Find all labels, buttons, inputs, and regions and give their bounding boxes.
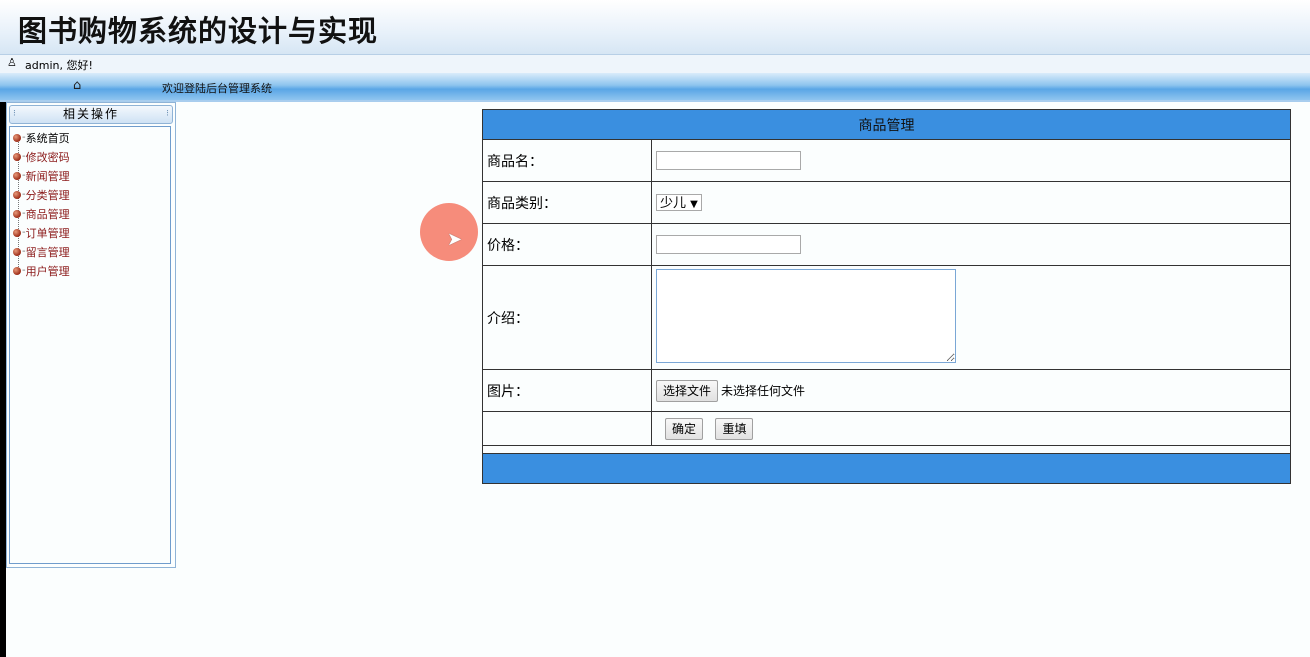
nav-bar: ⌂ 欢迎登陆后台管理系统: [0, 73, 1310, 100]
product-category-label: 商品类别：: [482, 181, 652, 224]
bullet-icon: [13, 190, 21, 199]
bullet-icon: [13, 133, 21, 142]
grip-right-icon: ⁝: [166, 109, 169, 119]
grip-left-icon: ⁝: [13, 109, 16, 119]
home-icon[interactable]: ⌂: [73, 78, 81, 93]
choose-file-button[interactable]: 选择文件: [656, 379, 719, 402]
bullet-icon: [13, 247, 21, 256]
bullet-icon: [13, 228, 21, 237]
dropdown-arrow-icon: ▼: [690, 199, 698, 210]
form-title: 商品管理: [482, 109, 1291, 140]
sidebar-item-products[interactable]: - 商品管理: [13, 204, 70, 223]
reset-button[interactable]: 重填: [715, 417, 754, 440]
form-footer: [482, 453, 1291, 484]
user-bar: ♙ admin, 您好!: [0, 54, 1310, 73]
bullet-icon: [13, 152, 21, 161]
header: 图书购物系统的设计与实现: [0, 0, 1310, 54]
file-status-text: 未选择任何文件: [721, 383, 806, 398]
image-label: 图片：: [482, 369, 652, 412]
welcome-text: 欢迎登陆后台管理系统: [162, 82, 272, 95]
product-form: 商品管理 商品名： 商品类别： 少儿 ▼ 价格： 介绍： 图片： 选择文件 未选择…: [482, 109, 1291, 484]
intro-textarea[interactable]: [656, 268, 956, 363]
sidebar-item-categories[interactable]: - 分类管理: [13, 185, 70, 204]
sidebar: ⁝ 相关操作 ⁝ - 系统首页 - 修改密码 - 新闻管理 - 分类管理 - 商品管理 -…: [6, 102, 176, 568]
app-title: 图书购物系统的设计与实现: [18, 14, 379, 48]
empty-label-cell: [482, 411, 652, 446]
user-greeting: admin, 您好!: [25, 59, 93, 72]
sidebar-item-label: 订单管理: [25, 226, 70, 240]
spacer-row: [482, 445, 1291, 454]
sidebar-item-label: 新闻管理: [25, 169, 70, 183]
sidebar-item-news[interactable]: - 新闻管理: [13, 166, 70, 185]
bullet-icon: [13, 209, 21, 218]
sidebar-item-label: 系统首页: [25, 131, 70, 145]
sidebar-menu: - 系统首页 - 修改密码 - 新闻管理 - 分类管理 - 商品管理 - 订单管理 - 留言管…: [9, 126, 171, 564]
bullet-icon: [13, 171, 21, 180]
sidebar-header: ⁝ 相关操作 ⁝: [9, 105, 173, 124]
product-name-input[interactable]: [656, 151, 801, 170]
sidebar-item-users[interactable]: - 用户管理: [13, 261, 70, 280]
price-input[interactable]: [656, 235, 801, 254]
sidebar-item-messages[interactable]: - 留言管理: [13, 242, 70, 261]
category-select[interactable]: 少儿 ▼: [656, 194, 702, 211]
sidebar-item-label: 分类管理: [25, 188, 70, 202]
bullet-icon: [13, 266, 21, 275]
sidebar-item-orders[interactable]: - 订单管理: [13, 223, 70, 242]
category-selected-value: 少儿: [660, 196, 687, 211]
price-label: 价格：: [482, 223, 652, 266]
sidebar-item-change-password[interactable]: - 修改密码: [13, 147, 70, 166]
sidebar-title: 相关操作: [62, 107, 119, 121]
sidebar-item-label: 商品管理: [25, 207, 70, 221]
nav-divider: [0, 100, 1310, 102]
user-icon: ♙: [7, 56, 17, 69]
sidebar-item-label: 留言管理: [25, 245, 70, 259]
sidebar-item-label: 修改密码: [25, 150, 70, 164]
sidebar-item-home[interactable]: - 系统首页: [13, 128, 70, 147]
product-name-label: 商品名：: [482, 139, 652, 182]
submit-button[interactable]: 确定: [665, 417, 704, 440]
intro-label: 介绍：: [482, 265, 652, 370]
mouse-pointer-icon: ➤: [447, 229, 463, 250]
sidebar-item-label: 用户管理: [25, 264, 70, 278]
